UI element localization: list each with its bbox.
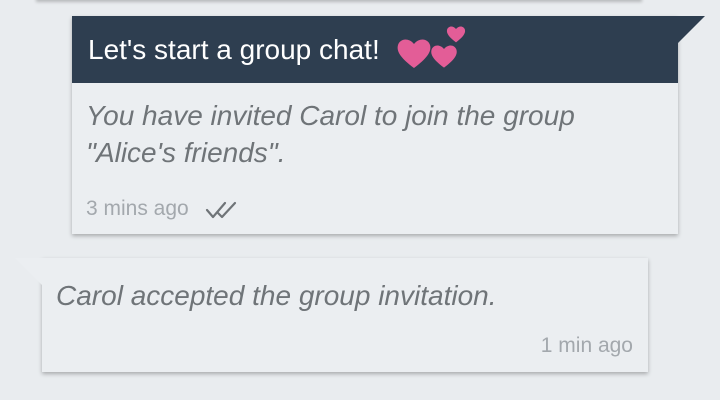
message-timestamp: 3 mins ago — [86, 197, 189, 220]
hearts-icon — [396, 23, 466, 73]
message-meta: 3 mins ago — [86, 196, 239, 222]
message-text: You have invited Carol to join the group… — [86, 100, 575, 168]
incoming-message-bubble[interactable]: Carol accepted the group invitation. 1 m… — [15, 258, 648, 372]
double-check-icon — [205, 199, 239, 221]
message-text: Carol accepted the group invitation. — [56, 280, 497, 311]
message-timestamp: 1 min ago — [540, 334, 633, 357]
bubble-tail — [678, 16, 705, 43]
bubble-tail — [15, 258, 42, 285]
message-header-text: Let's start a group chat! — [88, 34, 380, 65]
outgoing-message-bubble[interactable]: Let's start a group chat! You have invit… — [72, 16, 705, 234]
message-header: Let's start a group chat! — [72, 16, 678, 83]
